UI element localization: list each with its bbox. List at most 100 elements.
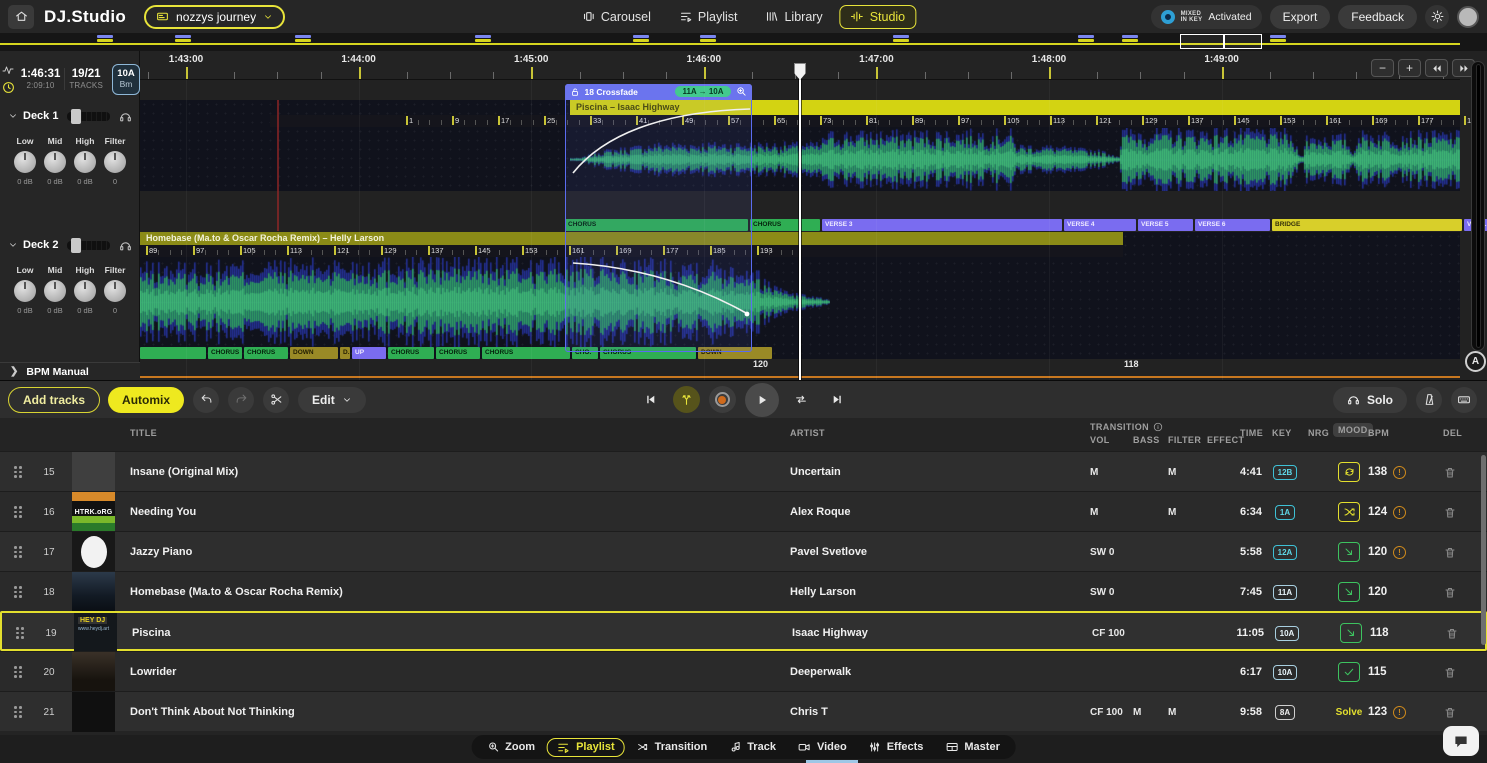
drag-handle[interactable] [14,532,26,572]
mood-button[interactable]: Solve [1334,692,1364,732]
bottom-tab-track[interactable]: Track [719,738,786,756]
col-filter[interactable]: FILTER [1168,435,1201,445]
slider-thumb[interactable] [71,109,81,124]
mood-button[interactable] [1336,613,1366,653]
knob-dial[interactable] [14,280,36,302]
transition-vol[interactable]: SW 0 [1090,572,1114,612]
mood-button[interactable] [1334,572,1364,612]
col-bpm[interactable]: BPM [1368,428,1389,438]
bpm-warning-icon[interactable]: ! [1393,532,1409,572]
col-time[interactable]: TIME [1240,428,1263,438]
bpm-warning-icon[interactable]: ! [1393,492,1409,532]
timeline[interactable]: 1:43:001:44:001:45:001:46:001:47:001:48:… [140,51,1487,380]
nav-playlist[interactable]: Playlist [668,5,749,29]
bpm-warning-icon[interactable]: ! [1393,452,1409,492]
table-row[interactable]: 16HTRK.oRGNeeding YouAlex RoqueMM6:341A1… [0,491,1487,531]
mood-button[interactable] [1334,532,1364,572]
knob-dial[interactable] [104,151,126,173]
bottom-tab-master[interactable]: Master [935,738,1009,756]
track-title[interactable]: Jazzy Piano [130,532,192,572]
transition-vol[interactable]: M [1090,452,1098,492]
col-del[interactable]: DEL [1443,428,1462,438]
col-transition[interactable]: TRANSITION [1090,422,1163,432]
track-title[interactable]: Piscina [132,613,171,653]
zoom-in-button[interactable]: + [1398,59,1421,77]
project-dropdown[interactable]: nozzys journey [144,5,285,29]
col-key[interactable]: KEY [1272,428,1292,438]
track-title[interactable]: Needing You [130,492,196,532]
transition-vol[interactable]: SW 0 [1090,532,1114,572]
drag-handle[interactable] [14,452,26,492]
table-row[interactable]: 19HEY DJwww.heydj.artPiscinaIsaac Highwa… [0,611,1487,651]
solo-button[interactable]: Solo [1333,387,1407,413]
redo-button[interactable] [228,387,254,413]
settings-button[interactable] [1425,5,1449,29]
knob-dial[interactable] [14,151,36,173]
jump-playhead-button[interactable] [673,386,700,413]
transition-bass[interactable]: M [1133,692,1141,732]
record-button[interactable] [709,386,736,413]
bpm-manual-section[interactable]: ❯ BPM Manual [0,362,140,380]
track-title[interactable]: Lowrider [130,652,176,692]
track-title[interactable]: Insane (Original Mix) [130,452,238,492]
automix-button[interactable]: Automix [108,387,184,413]
delete-button[interactable] [1444,492,1460,532]
drag-handle[interactable] [14,492,26,532]
metronome-button[interactable] [1416,387,1442,413]
col-nrg[interactable]: NRG [1308,428,1329,438]
nav-carousel[interactable]: Carousel [571,5,662,29]
mood-button[interactable] [1334,452,1364,492]
bottom-tab-video[interactable]: Video [788,738,857,756]
chevron-down-icon[interactable] [8,240,18,250]
nav-studio[interactable]: Studio [840,5,916,29]
table-row[interactable]: 17Jazzy PianoPavel SvetloveSW 05:5812A12… [0,531,1487,571]
headphones-icon[interactable] [119,239,132,252]
delete-button[interactable] [1444,452,1460,492]
transition-vol[interactable]: M [1090,492,1098,532]
avatar[interactable] [1457,6,1479,28]
table-row[interactable]: 18Homebase (Ma.to & Oscar Rocha Remix)He… [0,571,1487,611]
table-row[interactable]: 15Insane (Original Mix)UncertainMM4:4112… [0,451,1487,491]
add-tracks-button[interactable]: Add tracks [8,387,100,413]
minimap-viewport[interactable] [1180,34,1262,49]
delete-button[interactable] [1444,532,1460,572]
knob-dial[interactable] [44,151,66,173]
drag-handle[interactable] [14,652,26,692]
drag-handle[interactable] [14,692,26,732]
table-row[interactable]: 20LowriderDeeperwalk6:1710A115 [0,651,1487,691]
play-button[interactable] [745,383,779,417]
chat-button[interactable] [1443,726,1479,756]
col-mood[interactable]: MOOD [1333,425,1373,435]
loop-button[interactable] [788,386,815,413]
col-vol[interactable]: VOL [1090,435,1110,445]
chevron-down-icon[interactable] [8,111,18,121]
transition-filter[interactable]: M [1168,452,1176,492]
delete-button[interactable] [1444,572,1460,612]
col-effect[interactable]: EFFECT [1207,435,1244,445]
col-title[interactable]: TITLE [130,428,157,438]
feedback-button[interactable]: Feedback [1338,5,1417,29]
mood-button[interactable] [1334,652,1364,692]
minimap[interactable] [0,33,1487,51]
undo-button[interactable] [193,387,219,413]
deck-volume-slider[interactable] [67,241,110,250]
bottom-tab-zoom[interactable]: Zoom [477,738,545,756]
deck-volume-slider[interactable] [67,112,110,121]
bottom-tab-playlist[interactable]: Playlist [547,738,625,757]
nav-library[interactable]: Library [754,5,833,29]
automation-toggle[interactable]: A [1465,351,1486,372]
cut-button[interactable] [263,387,289,413]
edit-dropdown[interactable]: Edit [298,387,366,413]
bottom-tab-effects[interactable]: Effects [859,738,934,756]
zoom-out-button[interactable]: − [1371,59,1394,77]
knob-dial[interactable] [104,280,126,302]
drag-handle[interactable] [16,613,28,653]
scroll-left-button[interactable] [1425,59,1448,77]
transition-vol[interactable]: CF 100 [1090,692,1123,732]
export-button[interactable]: Export [1270,5,1331,29]
bottom-tab-transition[interactable]: Transition [627,738,718,756]
mood-button[interactable] [1334,492,1364,532]
track-title[interactable]: Don't Think About Not Thinking [130,692,295,732]
bpm-warning-icon[interactable]: ! [1393,692,1409,732]
slider-thumb[interactable] [71,238,81,253]
